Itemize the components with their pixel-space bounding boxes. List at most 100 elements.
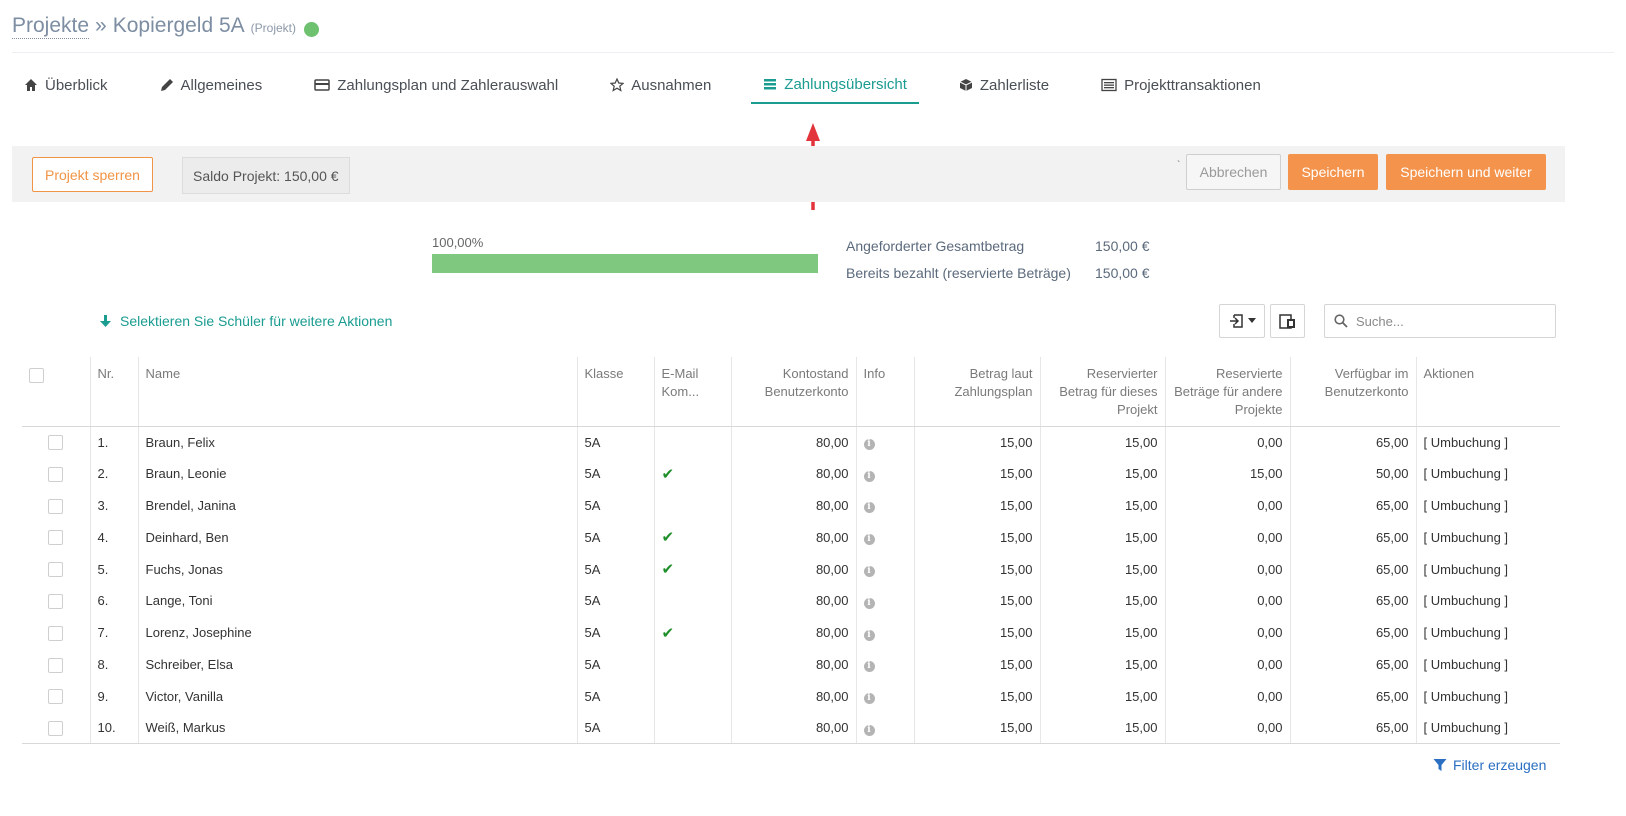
cell-reserviert[interactable]: 15,00 xyxy=(1039,680,1165,713)
cell-verfuegbar: 50,00 xyxy=(1289,457,1416,490)
select-all-checkbox[interactable] xyxy=(29,368,44,384)
lock-project-button[interactable]: Projekt sperren xyxy=(32,157,153,192)
row-checkbox[interactable] xyxy=(48,498,64,514)
row-checkbox[interactable] xyxy=(48,530,64,546)
cell-reserviert[interactable]: 15,00 xyxy=(1039,553,1165,585)
header-betrag[interactable]: Betrag laut Zahlungsplan xyxy=(913,357,1040,427)
umbuchung-link[interactable]: [ Umbuchung ] xyxy=(1415,584,1560,617)
column-toggle-button[interactable] xyxy=(1270,304,1305,338)
header-andere[interactable]: Reservierte Beträge für andere Projekte xyxy=(1164,357,1290,427)
cell-name: Braun, Felix xyxy=(137,426,577,458)
umbuchung-link[interactable]: [ Umbuchung ] xyxy=(1415,457,1560,490)
select-students-hint[interactable]: Selektieren Sie Schüler für weitere Akti… xyxy=(99,313,392,329)
cell-info: i xyxy=(855,426,914,458)
row-checkbox[interactable] xyxy=(48,435,64,451)
umbuchung-link[interactable]: [ Umbuchung ] xyxy=(1415,616,1560,649)
cell-betrag: 15,00 xyxy=(913,584,1040,617)
save-and-continue-button[interactable]: Speichern und weiter xyxy=(1386,154,1546,190)
umbuchung-link[interactable]: [ Umbuchung ] xyxy=(1415,680,1560,713)
row-select-cell xyxy=(22,521,90,553)
tab-zahlungsplan[interactable]: Zahlungsplan und Zahlerauswahl xyxy=(302,66,570,104)
export-dropdown-button[interactable] xyxy=(1219,304,1265,338)
cell-info: i xyxy=(855,553,914,585)
info-icon[interactable]: i xyxy=(863,534,875,546)
header-nr[interactable]: Nr. xyxy=(89,357,138,427)
row-checkbox[interactable] xyxy=(48,689,64,705)
cell-reserviert[interactable]: 15,00 xyxy=(1039,426,1165,458)
cell-reserviert[interactable]: 15,00 xyxy=(1039,521,1165,554)
header-reserviert[interactable]: Reservierter Betrag für dieses Projekt xyxy=(1039,357,1165,427)
tab-projekttransaktionen[interactable]: Projekttransaktionen xyxy=(1089,66,1273,104)
cell-betrag: 15,00 xyxy=(913,521,1040,554)
table-row[interactable]: 8. Schreiber, Elsa 5A 80,00 i 15,00 15,00 0,00 6… xyxy=(22,648,1560,681)
header-email[interactable]: E-Mail Kom... xyxy=(653,357,731,427)
cancel-button[interactable]: Abbrechen xyxy=(1186,154,1281,190)
table-row[interactable]: 10. Weiß, Markus 5A 80,00 i 15,00 15,00 0,00 65,… xyxy=(22,712,1560,745)
info-icon[interactable]: i xyxy=(863,566,875,578)
info-icon[interactable]: i xyxy=(863,724,875,736)
page-title: Projekte » Kopiergeld 5A (Projekt) xyxy=(12,14,320,44)
tab-bar: Überblick Allgemeines Zahlungsplan und Z… xyxy=(12,66,1301,104)
cell-verfuegbar: 65,00 xyxy=(1289,426,1416,458)
umbuchung-link[interactable]: [ Umbuchung ] xyxy=(1415,712,1560,745)
header-kontostand[interactable]: Kontostand Benutzerkonto xyxy=(730,357,856,427)
tab-zahlerliste[interactable]: Zahlerliste xyxy=(947,66,1061,104)
row-select-cell xyxy=(22,490,90,522)
umbuchung-link[interactable]: [ Umbuchung ] xyxy=(1415,521,1560,554)
header-info[interactable]: Info xyxy=(855,357,914,427)
cell-email xyxy=(653,584,731,617)
umbuchung-link[interactable]: [ Umbuchung ] xyxy=(1415,489,1560,522)
tab-ausnahmen[interactable]: Ausnahmen xyxy=(598,66,723,104)
info-icon[interactable]: i xyxy=(863,470,875,482)
search-input[interactable] xyxy=(1356,313,1546,329)
cell-reserviert[interactable]: 15,00 xyxy=(1039,457,1165,490)
table-row[interactable]: 9. Victor, Vanilla 5A 80,00 i 15,00 15,00 0,00 6… xyxy=(22,680,1560,713)
cell-kontostand: 80,00 xyxy=(730,616,856,649)
tab-allgemeines[interactable]: Allgemeines xyxy=(148,66,275,104)
header-klasse[interactable]: Klasse xyxy=(576,357,654,427)
row-checkbox[interactable] xyxy=(48,466,64,482)
cell-reserviert[interactable]: 15,00 xyxy=(1039,648,1165,681)
cell-email: ✔ xyxy=(653,616,731,649)
cell-reserviert[interactable]: 15,00 xyxy=(1039,489,1165,522)
row-checkbox[interactable] xyxy=(48,562,64,578)
tab-zahlungsuebersicht[interactable]: Zahlungsübersicht xyxy=(751,66,919,104)
cell-andere: 0,00 xyxy=(1164,712,1290,745)
row-checkbox[interactable] xyxy=(48,625,64,641)
save-button[interactable]: Speichern xyxy=(1288,154,1378,190)
table-row[interactable]: 7. Lorenz, Josephine 5A ✔ 80,00 i 15,00 15,00 0,… xyxy=(22,616,1560,649)
info-icon[interactable]: i xyxy=(863,661,875,673)
header-name[interactable]: Name xyxy=(137,357,577,427)
info-icon[interactable]: i xyxy=(863,439,875,451)
row-checkbox[interactable] xyxy=(48,593,64,609)
info-icon[interactable]: i xyxy=(863,502,875,514)
info-icon[interactable]: i xyxy=(863,629,875,641)
table-row[interactable]: 5. Fuchs, Jonas 5A ✔ 80,00 i 15,00 15,00 0,00 65,… xyxy=(22,553,1560,585)
cell-reserviert[interactable]: 15,00 xyxy=(1039,712,1165,745)
tab-ueberblick[interactable]: Überblick xyxy=(12,66,120,104)
row-checkbox[interactable] xyxy=(48,657,64,673)
umbuchung-link[interactable]: [ Umbuchung ] xyxy=(1415,553,1560,585)
table-row[interactable]: 2. Braun, Leonie 5A ✔ 80,00 i 15,00 15,00 15,00 5… xyxy=(22,457,1560,490)
breadcrumb-projekte-link[interactable]: Projekte xyxy=(12,14,90,39)
row-select-cell xyxy=(22,649,90,681)
create-filter-link[interactable]: Filter erzeugen xyxy=(1433,757,1546,773)
table-row[interactable]: 1. Braun, Felix 5A 80,00 i 15,00 15,00 0,00 65,0… xyxy=(22,426,1560,458)
cell-andere: 15,00 xyxy=(1164,457,1290,490)
info-icon[interactable]: i xyxy=(863,693,875,705)
row-checkbox[interactable] xyxy=(48,720,64,736)
info-icon[interactable]: i xyxy=(863,597,875,609)
cell-reserviert[interactable]: 15,00 xyxy=(1039,584,1165,617)
cell-reserviert[interactable]: 15,00 xyxy=(1039,616,1165,649)
header-verfuegbar[interactable]: Verfügbar im Benutzerkonto xyxy=(1289,357,1416,427)
table-row[interactable]: 6. Lange, Toni 5A 80,00 i 15,00 15,00 0,00 65,00… xyxy=(22,584,1560,617)
table-row[interactable]: 3. Brendel, Janina 5A 80,00 i 15,00 15,00 0,00 6… xyxy=(22,489,1560,522)
umbuchung-link[interactable]: [ Umbuchung ] xyxy=(1415,426,1560,458)
umbuchung-link[interactable]: [ Umbuchung ] xyxy=(1415,648,1560,681)
table-row[interactable]: 4. Deinhard, Ben 5A ✔ 80,00 i 15,00 15,00 0,00 65… xyxy=(22,521,1560,554)
cell-andere: 0,00 xyxy=(1164,680,1290,713)
home-icon xyxy=(25,79,37,91)
cell-nr: 10. xyxy=(89,712,138,745)
cell-verfuegbar: 65,00 xyxy=(1289,521,1416,554)
cell-verfuegbar: 65,00 xyxy=(1289,553,1416,585)
